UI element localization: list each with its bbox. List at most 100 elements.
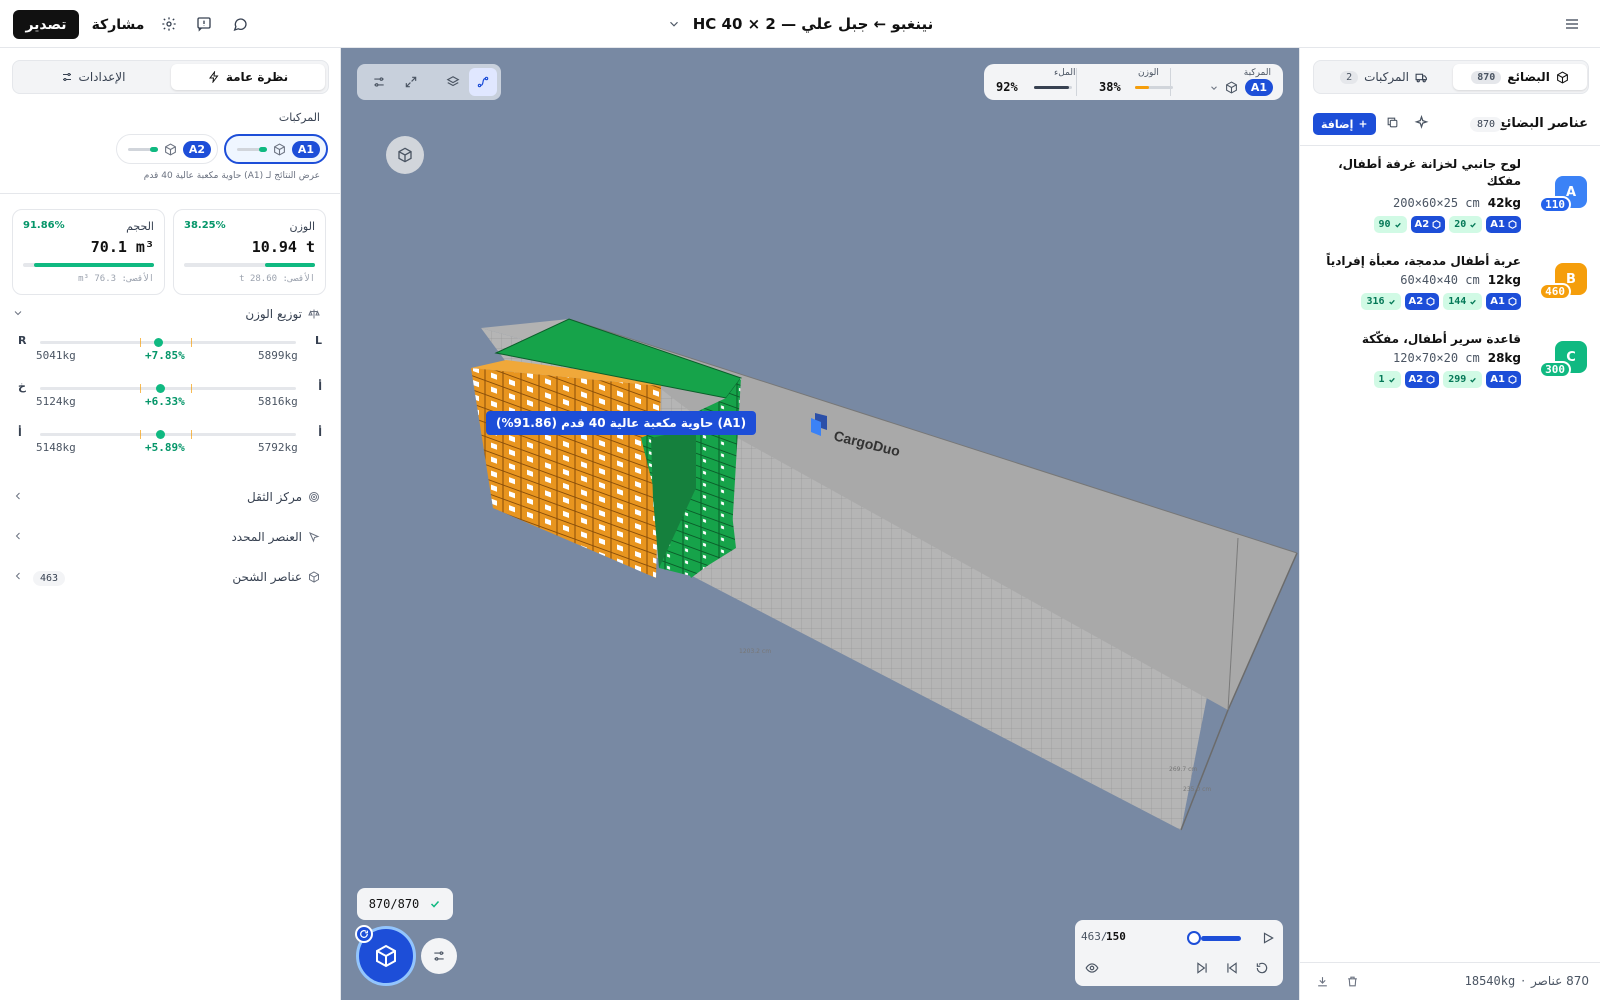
chip-count: 20 (1449, 216, 1483, 233)
trash-icon[interactable] (1346, 975, 1359, 988)
skip-back-icon[interactable] (1223, 959, 1241, 977)
export-button[interactable]: تصدير (13, 10, 79, 39)
chevron-left-icon[interactable] (12, 530, 24, 542)
slider-thumb[interactable] (1187, 931, 1201, 945)
cube-icon (1508, 220, 1517, 229)
download-icon[interactable] (1316, 975, 1329, 988)
truck-icon (1415, 71, 1428, 84)
cargo-count-badge: 300 (1539, 361, 1571, 378)
playback-slider[interactable] (1187, 931, 1245, 945)
balance-pct: +6.33% (145, 395, 185, 408)
weight-distribution-header[interactable]: توزيع الوزن (245, 307, 320, 321)
container-scene[interactable]: CargoDuo 1203.2 cm 269.7 cm 235.0 cm (341, 48, 1299, 1000)
tab-cargo-label: البضائع (1507, 70, 1550, 84)
title-area[interactable]: نينغبو ← جبل علي — 2 × HC 40 (600, 10, 1000, 38)
sliders-icon[interactable] (365, 68, 393, 96)
cargo-allocation: A1 144 A2 316 (1361, 293, 1521, 310)
cargo-weight: 28kg (1487, 351, 1521, 365)
cube-icon[interactable] (1225, 81, 1238, 94)
cargo-dims: 60×40×40 cm (1400, 273, 1480, 287)
chevron-left-icon[interactable] (12, 490, 24, 502)
stat-fill-label: الملء (1054, 68, 1076, 78)
cargo-item[interactable]: A 110 لوح جانبي لخزانة غرفة أطفال، مفكك 42k… (1300, 156, 1600, 240)
selected-item-row[interactable]: العنصر المحدد (231, 530, 320, 544)
share-button[interactable]: مشاركة (90, 10, 146, 39)
tab-vehicles[interactable]: 2 المركبات (1317, 64, 1451, 90)
chat-icon[interactable] (229, 13, 251, 35)
left-tab-bar: الإعدادات نظرة عامة (12, 60, 329, 94)
bolt-icon (208, 71, 220, 83)
footer-items: 870 عناصر (1531, 974, 1589, 988)
check-icon (1469, 221, 1477, 229)
copy-icon[interactable] (1386, 116, 1399, 129)
cargo-meta: 12kg 60×40×40 cm (1400, 273, 1521, 287)
balance-right-value: 5816kg (258, 395, 298, 408)
balance-track (40, 338, 296, 347)
cargo-item[interactable]: B 460 عربة أطفال مدمجة، معبأة إفرادياً 12kg… (1300, 253, 1600, 317)
target-icon (308, 491, 320, 503)
sparkle-icon[interactable] (1414, 115, 1429, 130)
balance-side-right: أ (318, 426, 322, 439)
chevron-down-icon[interactable] (1209, 83, 1219, 93)
refresh-button[interactable] (355, 925, 373, 943)
weight-progress-bar (184, 263, 315, 267)
chevron-down-icon[interactable] (667, 17, 681, 31)
gear-icon[interactable] (158, 13, 180, 35)
dimension-length: 1203.2 cm (739, 648, 771, 655)
balance-row: R L 5041kg +7.85% 5899kg (18, 334, 322, 378)
tab-overview-label: نظرة عامة (225, 70, 289, 84)
weight-card-value: 10.94 t (251, 238, 315, 256)
skip-forward-icon[interactable] (1193, 959, 1211, 977)
layers-icon[interactable] (439, 68, 467, 96)
reset-icon[interactable] (1253, 959, 1271, 977)
play-icon[interactable] (1259, 929, 1277, 947)
shipment-items-label: عناصر الشحن (232, 570, 302, 584)
menu-icon[interactable] (1561, 13, 1583, 35)
expand-icon[interactable] (397, 68, 425, 96)
view-cube-button[interactable] (386, 136, 424, 174)
packed-count-pill: 870/870 (357, 888, 453, 920)
3d-viewport[interactable]: CargoDuo 1203.2 cm 269.7 cm 235.0 cm (A1… (341, 48, 1299, 1000)
page-title: نينغبو ← جبل علي — 2 × HC 40 (692, 15, 934, 33)
container-label: (A1) حاوية مكعبة عالية 40 قدم (91.86%) (486, 411, 757, 435)
dimension-width: 235.0 cm (1183, 786, 1211, 793)
tab-settings[interactable]: الإعدادات (16, 64, 170, 90)
shipment-items-row[interactable]: عناصر الشحن (232, 570, 320, 584)
eye-icon[interactable] (1083, 959, 1101, 977)
chip-vehicle: A2 (1404, 293, 1440, 310)
footer-summary: 870 عناصر · 18540kg (1465, 974, 1589, 988)
vehicle-pill-a1[interactable]: A1 (224, 134, 328, 164)
balance-row: خ أ 5124kg +6.33% 5816kg (18, 380, 322, 424)
chevron-left-icon[interactable] (12, 570, 24, 582)
balance-left-value: 5148kg (36, 441, 76, 454)
vehicle-badge: A2 (182, 140, 211, 158)
footer-separator: · (1521, 974, 1526, 988)
results-note: عرض النتائج لـ (A1) حاوية مكعبة عالية 40… (143, 171, 320, 181)
cargo-dims: 200×60×25 cm (1393, 196, 1480, 210)
cube-icon (1508, 375, 1517, 384)
balance-side-right: L (314, 334, 322, 347)
weight-card-title: الوزن (289, 220, 315, 233)
feedback-icon[interactable] (193, 13, 215, 35)
add-cargo-button[interactable]: إضافة (1313, 113, 1377, 135)
tab-cargo[interactable]: 870 البضائع (1453, 64, 1587, 90)
path-icon[interactable] (469, 68, 497, 96)
vehicle-badge: A1 (291, 140, 320, 158)
check-icon (1388, 298, 1396, 306)
volume-card-pct: 91.86% (23, 220, 65, 231)
cube-icon (164, 142, 177, 156)
add-cargo-label: إضافة (1321, 117, 1354, 131)
cargo-item[interactable]: C 300 قاعدة سرير أطفال، مفكّكة 28kg 120×70×2… (1300, 331, 1600, 395)
packed-count: 870/870 (368, 897, 420, 911)
options-button[interactable] (421, 938, 457, 974)
balance-side-left: R (18, 334, 27, 347)
stat-vehicle-badge[interactable]: A1 (1244, 79, 1273, 96)
cube-icon (1426, 375, 1435, 384)
vehicle-pill-a2[interactable]: A2 (116, 134, 218, 164)
balance-row: أ أ 5148kg +5.89% 5792kg (18, 426, 322, 470)
chevron-down-icon[interactable] (12, 307, 24, 319)
chip-count: 316 (1361, 293, 1401, 310)
center-of-gravity-row[interactable]: مركز الثقل (247, 490, 320, 504)
cargo-count-badge: 110 (1539, 196, 1571, 213)
tab-overview[interactable]: نظرة عامة (171, 64, 325, 90)
